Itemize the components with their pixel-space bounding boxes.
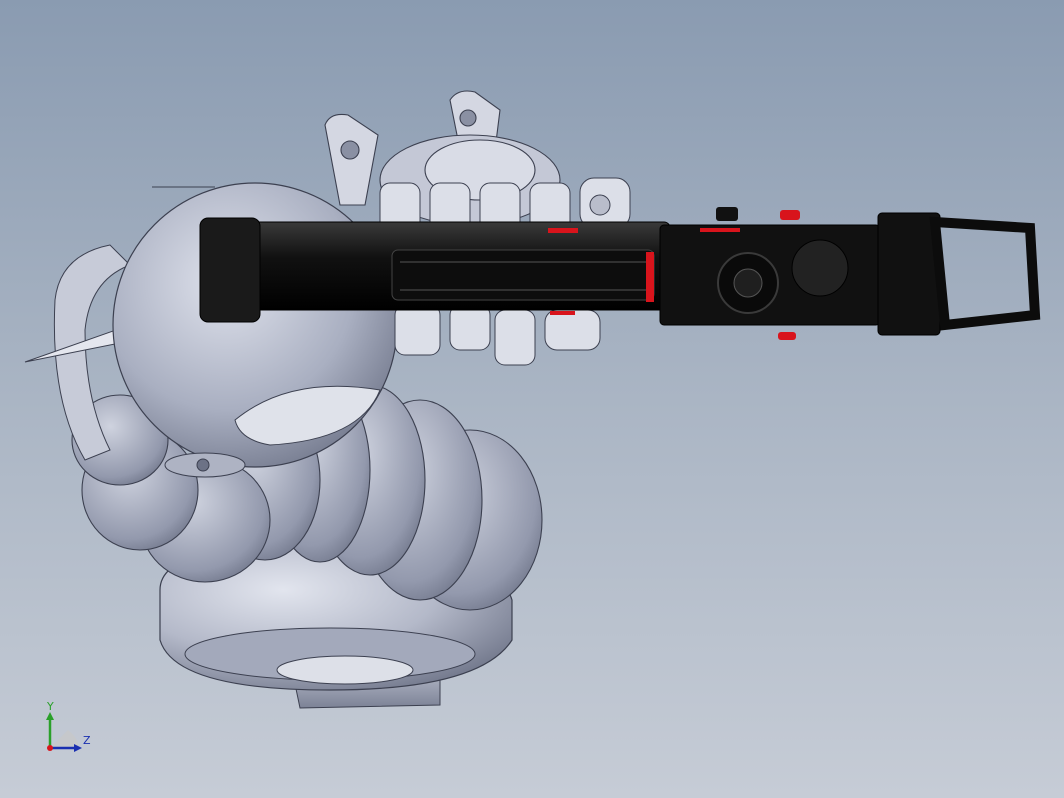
cad-model[interactable] xyxy=(0,0,1064,798)
graphics-viewport[interactable]: Y Z xyxy=(0,0,1064,798)
triad-z-label: Z xyxy=(83,734,91,747)
triad-y-label: Y xyxy=(47,700,54,713)
